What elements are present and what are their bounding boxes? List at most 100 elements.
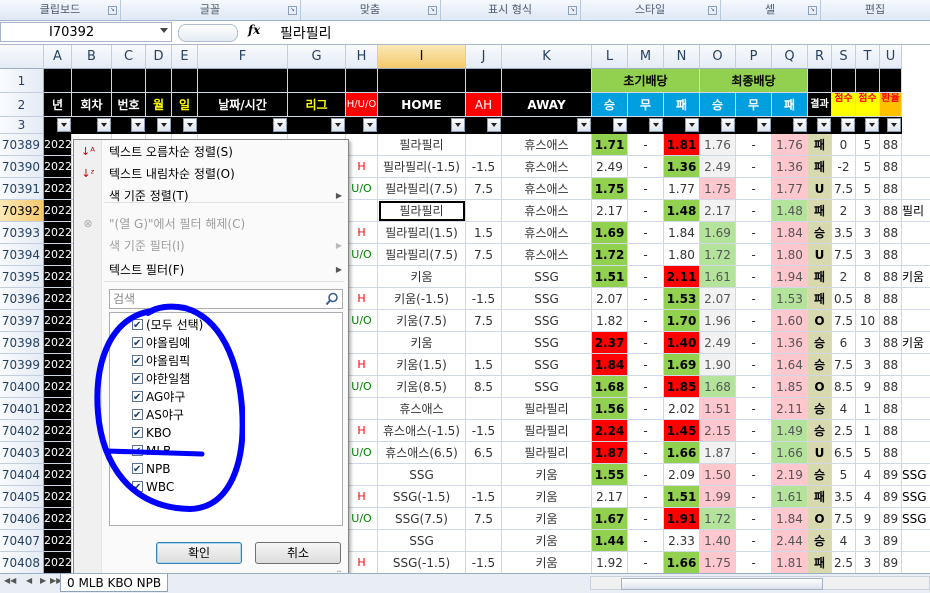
checkbox-checked-icon[interactable] — [132, 317, 143, 334]
dialog-launcher-icon[interactable]: ↘ — [288, 6, 297, 15]
dialog-launcher-icon[interactable]: ↘ — [428, 6, 437, 15]
select-all-corner[interactable] — [0, 45, 44, 69]
filter-dropdown-button[interactable] — [685, 118, 699, 132]
name-box[interactable]: I70392 — [0, 22, 172, 42]
filter-dropdown-button[interactable] — [613, 118, 627, 132]
checkbox-checked-icon[interactable] — [132, 353, 143, 370]
row-header[interactable]: 70393 — [0, 222, 44, 244]
dialog-launcher-icon[interactable]: ↘ — [808, 6, 817, 15]
row-header[interactable]: 70401 — [0, 398, 44, 420]
filter-dropdown-button[interactable] — [865, 118, 879, 132]
column-header-C[interactable]: C — [112, 45, 146, 69]
filter-dropdown-button[interactable] — [157, 118, 171, 132]
filter-dropdown-button[interactable] — [331, 118, 345, 132]
filter-dropdown-button[interactable] — [451, 118, 465, 132]
checkbox-checked-icon[interactable] — [132, 425, 143, 442]
menu-item-5[interactable]: 텍스트 필터(F) ▶ — [74, 259, 348, 281]
dialog-launcher-icon[interactable]: ↘ — [108, 6, 117, 15]
filter-dropdown-button[interactable] — [757, 118, 771, 132]
row-header[interactable]: 70406 — [0, 508, 44, 530]
column-header-I[interactable]: I — [378, 45, 466, 69]
row-header[interactable]: 70397 — [0, 310, 44, 332]
row-header[interactable]: 70408 — [0, 552, 44, 574]
filter-dropdown-button[interactable] — [649, 118, 663, 132]
row-header[interactable]: 70390 — [0, 156, 44, 178]
menu-item-0[interactable]: ↓ᴬ 텍스트 오름차순 정렬(S) — [74, 141, 348, 163]
row-header[interactable]: 3 — [0, 117, 44, 134]
column-header-M[interactable]: M — [628, 45, 664, 69]
row-header[interactable]: 70399 — [0, 354, 44, 376]
column-header-J[interactable]: J — [466, 45, 502, 69]
filter-dropdown-button[interactable] — [131, 118, 145, 132]
row-header[interactable]: 70405 — [0, 486, 44, 508]
filter-dropdown-button[interactable] — [841, 118, 855, 132]
filter-dropdown-button[interactable] — [577, 118, 591, 132]
column-header-N[interactable]: N — [664, 45, 700, 69]
column-header-H[interactable]: H — [346, 45, 378, 69]
dialog-launcher-icon[interactable]: ↘ — [708, 6, 717, 15]
checkbox-checked-icon[interactable] — [132, 443, 143, 460]
next-sheet-icon[interactable]: ▶ — [40, 576, 46, 585]
sheet-tab-active[interactable]: 0 MLB KBO NPB — [60, 574, 169, 592]
chevron-down-icon[interactable] — [160, 28, 168, 33]
filter-dropdown-button[interactable] — [363, 118, 377, 132]
formula-input[interactable]: 필라필리 — [280, 23, 332, 43]
filter-search-input[interactable]: 검색 — [109, 289, 343, 309]
checkbox-checked-icon[interactable] — [132, 335, 143, 352]
row-header[interactable]: 70396 — [0, 288, 44, 310]
column-header-L[interactable]: L — [592, 45, 628, 69]
column-header-F[interactable]: F — [198, 45, 288, 69]
column-header-E[interactable]: E — [172, 45, 198, 69]
row-header[interactable]: 70398 — [0, 332, 44, 354]
column-header-P[interactable]: P — [736, 45, 772, 69]
row-header[interactable]: 70403 — [0, 442, 44, 464]
horizontal-scrollbar[interactable] — [590, 576, 930, 590]
scrollbar-thumb[interactable] — [621, 578, 823, 590]
prev-sheet-icon[interactable]: ◀ — [26, 576, 32, 585]
checkbox-checked-icon[interactable] — [132, 479, 143, 496]
column-header-O[interactable]: O — [700, 45, 736, 69]
filter-dropdown-button[interactable] — [817, 118, 831, 132]
row-header[interactable]: 70402 — [0, 420, 44, 442]
row-header[interactable]: 2 — [0, 93, 44, 117]
function-icon[interactable]: fx — [248, 23, 260, 37]
column-header-U[interactable]: U — [880, 45, 902, 69]
column-header-B[interactable]: B — [72, 45, 112, 69]
column-header-R[interactable]: R — [808, 45, 832, 69]
search-icon[interactable] — [325, 292, 339, 306]
formula-bar-expand-handle[interactable] — [178, 24, 238, 42]
column-header-D[interactable]: D — [146, 45, 172, 69]
row-header[interactable]: 1 — [0, 69, 44, 93]
checkbox-checked-icon[interactable] — [132, 407, 143, 424]
first-sheet-icon[interactable]: ◀◀ — [4, 576, 16, 585]
row-header[interactable]: 70394 — [0, 244, 44, 266]
ok-button[interactable]: 확인 — [156, 542, 242, 564]
filter-dropdown-button[interactable] — [487, 118, 501, 132]
filter-dropdown-button[interactable] — [887, 118, 901, 132]
row-header[interactable]: 70400 — [0, 376, 44, 398]
filter-dropdown-button[interactable] — [57, 118, 71, 132]
filter-value-list[interactable]: (모두 선택) 야올림예야올림픽야한일챔 AG야구 AS야구 KBO MLB NPB WBC — [109, 312, 343, 526]
row-header[interactable]: 70389 — [0, 134, 44, 156]
column-header-S[interactable]: S — [832, 45, 856, 69]
column-header-Q[interactable]: Q — [772, 45, 808, 69]
column-header-T[interactable]: T — [856, 45, 880, 69]
cancel-button[interactable]: 취소 — [255, 542, 341, 564]
checkbox-checked-icon[interactable] — [132, 461, 143, 478]
row-header[interactable]: 70404 — [0, 464, 44, 486]
column-header-K[interactable]: K — [502, 45, 592, 69]
filter-dropdown-button[interactable] — [273, 118, 287, 132]
row-header[interactable]: 70407 — [0, 530, 44, 552]
checkbox-checked-icon[interactable] — [132, 389, 143, 406]
filter-dropdown-button[interactable] — [793, 118, 807, 132]
filter-dropdown-button[interactable] — [721, 118, 735, 132]
menu-item-2[interactable]: 색 기준 정렬(T) ▶ — [74, 185, 348, 207]
column-header-G[interactable]: G — [288, 45, 346, 69]
checkbox-checked-icon[interactable] — [132, 371, 143, 388]
dialog-launcher-icon[interactable]: ↘ — [568, 6, 577, 15]
filter-dropdown-button[interactable] — [97, 118, 111, 132]
menu-item-1[interactable]: ↓ᶻ 텍스트 내림차순 정렬(O) — [74, 163, 348, 185]
row-header[interactable]: 70392 — [0, 200, 44, 222]
row-header[interactable]: 70391 — [0, 178, 44, 200]
column-header-A[interactable]: A — [44, 45, 72, 69]
